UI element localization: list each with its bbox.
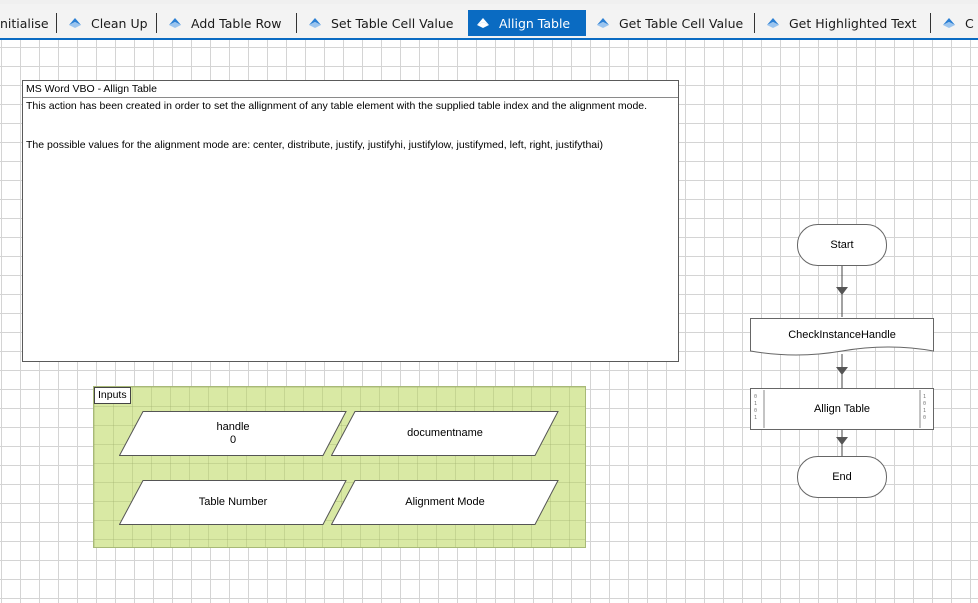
tab-initialise[interactable]: nitialise: [0, 10, 52, 36]
action-icon: [597, 18, 609, 28]
flow-arrow-action-end: [836, 430, 848, 456]
note-paragraph: The possible values for the alignment mo…: [26, 139, 603, 151]
action-icon: [309, 18, 321, 28]
check-instance-label: CheckInstanceHandle: [788, 329, 896, 341]
param-name: handle: [216, 420, 250, 433]
param-text: Table Number: [119, 480, 347, 525]
tab-clean-up[interactable]: Clean Up: [62, 10, 156, 36]
tab-separator: [156, 13, 157, 33]
tab-separator: [754, 13, 755, 33]
tab-separator: [930, 13, 931, 33]
start-label: Start: [830, 239, 854, 251]
tab-label: nitialise: [0, 15, 49, 31]
param-name: Alignment Mode: [405, 496, 485, 508]
tab-get-table-cell-value[interactable]: Get Table Cell Value: [590, 10, 750, 36]
note-title: MS Word VBO - Allign Table: [23, 81, 678, 98]
param-text: handle 0: [119, 411, 347, 456]
inputs-label: Inputs: [94, 387, 131, 404]
tab-label: Get Table Cell Value: [619, 15, 744, 31]
tab-set-table-cell-value[interactable]: Set Table Cell Value: [302, 10, 464, 36]
input-param-table-number[interactable]: Table Number: [119, 480, 347, 525]
tab-label: Set Table Cell Value: [331, 15, 454, 31]
tab-overflow[interactable]: C: [936, 10, 978, 36]
end-label: End: [832, 471, 852, 483]
tab-add-table-row[interactable]: Add Table Row: [162, 10, 296, 36]
param-text: Alignment Mode: [331, 480, 559, 525]
param-value: 0: [229, 433, 237, 446]
note-paragraph: This action has been created in order to…: [26, 100, 648, 112]
process-canvas[interactable]: MS Word VBO - Allign Table This action h…: [0, 40, 978, 603]
tab-separator: [56, 13, 57, 33]
tab-label: Get Highlighted Text: [789, 15, 917, 31]
flow-check-instance-node[interactable]: CheckInstanceHandle: [750, 318, 934, 358]
action-icon: [943, 18, 955, 28]
input-param-handle[interactable]: handle 0: [119, 411, 347, 456]
tab-get-highlighted-text[interactable]: Get Highlighted Text: [760, 10, 928, 36]
tab-label: Clean Up: [91, 15, 148, 31]
param-name: Table Number: [198, 496, 268, 508]
flow-action-node[interactable]: 0 1 0 1 1 0 1 0 Allign Table: [750, 388, 934, 430]
action-icon: [477, 18, 489, 28]
flow-start-node[interactable]: Start: [797, 224, 887, 266]
action-icon: [69, 18, 81, 28]
action-label: Allign Table: [813, 403, 871, 415]
param-name: documentname: [407, 427, 483, 439]
note-body: This action has been created in order to…: [23, 98, 678, 180]
inputs-block[interactable]: Inputs handle 0 documentname Table Numbe…: [93, 386, 586, 548]
description-note[interactable]: MS Word VBO - Allign Table This action h…: [22, 80, 679, 362]
action-icon: [169, 18, 181, 28]
tab-separator: [296, 13, 297, 33]
action-tab-strip: nitialise Clean Up Add Table Row Set Tab…: [0, 4, 978, 40]
flow-arrow-check-action: [836, 354, 848, 388]
tab-label: C: [965, 15, 974, 31]
action-icon: [767, 18, 779, 28]
input-param-alignment-mode[interactable]: Alignment Mode: [331, 480, 559, 525]
tab-allign-table[interactable]: Allign Table: [468, 10, 586, 36]
tab-label: Allign Table: [499, 15, 571, 31]
flow-end-node[interactable]: End: [797, 456, 887, 498]
param-text: documentname: [331, 411, 559, 456]
tab-label: Add Table Row: [191, 15, 282, 31]
flow-arrow-start-check: [836, 265, 848, 317]
input-param-documentname[interactable]: documentname: [331, 411, 559, 456]
